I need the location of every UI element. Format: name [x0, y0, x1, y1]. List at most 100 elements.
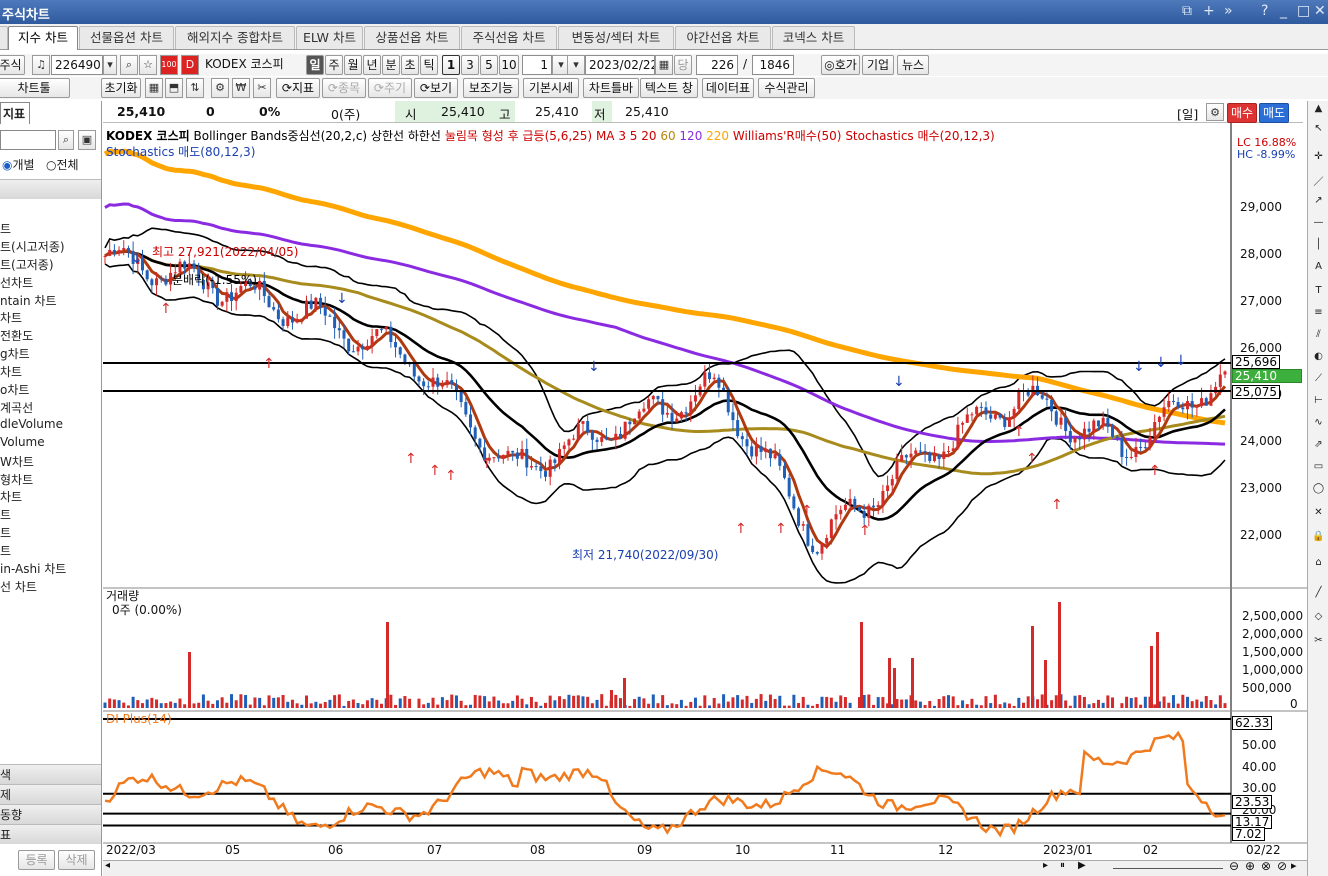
view-button[interactable]: ⟳보기 — [414, 78, 458, 98]
cut-icon[interactable]: ✂ — [1310, 635, 1327, 646]
favorite-star-icon[interactable]: ☆ — [139, 55, 157, 75]
badge-100[interactable]: 100 — [160, 55, 178, 75]
wave-icon[interactable]: ∿ — [1310, 417, 1327, 428]
indicator-list-item[interactable]: o차트 — [0, 381, 29, 398]
period-cycle-button[interactable]: ⟳주기 — [368, 78, 412, 98]
code-dropdown-icon[interactable]: ▾ — [103, 55, 117, 75]
tab-overseas-index[interactable]: 해외지수 종합차트 — [175, 26, 295, 49]
chart-scrollbar[interactable]: ◂ ▸ ⏸ ▶ ⊖ ⊕ ⊗ ⊘ ▸ — [103, 859, 1307, 876]
basic-quote-button[interactable]: 기본시세 — [523, 78, 579, 98]
n-dropdown-icon-2[interactable]: ▾ — [567, 55, 585, 75]
hoga-button[interactable]: ◎호가 — [821, 55, 860, 75]
indicator-list-item[interactable]: 트 — [0, 506, 11, 523]
data-table-button[interactable]: 데이터표 — [702, 78, 754, 98]
play-icon[interactable]: ▶ — [1078, 860, 1086, 871]
indicator-list-item[interactable]: 차트 — [0, 363, 22, 380]
cursor-tool-icon[interactable]: ↖ — [1310, 123, 1327, 134]
indicator-list-item[interactable]: ntain 차트 — [0, 292, 57, 309]
register-button[interactable]: 등록 — [18, 850, 55, 870]
period-second-button[interactable]: 초 — [401, 55, 419, 75]
indicator-list-item[interactable]: 트(시고저종) — [0, 238, 65, 255]
n-5-button[interactable]: 5 — [480, 55, 498, 75]
panel-section-trend[interactable]: 동향 — [0, 804, 101, 824]
indicator-list-item[interactable]: 트 — [0, 524, 11, 541]
crosshair-icon[interactable]: ✛ — [1310, 151, 1327, 162]
indicator-list-item[interactable]: 트(고저종) — [0, 256, 54, 273]
horizontal-line-icon[interactable]: — — [1310, 217, 1327, 228]
lock-icon[interactable]: 🔒 — [1310, 531, 1327, 542]
code-input[interactable]: 226490 — [51, 55, 103, 75]
slash-tool-icon[interactable]: ╱ — [1310, 587, 1327, 598]
panel-section-indicator[interactable]: 표 — [0, 824, 101, 844]
indicator-list-item[interactable]: in-Ashi 차트 — [0, 560, 66, 577]
minimize-icon[interactable]: _ — [1280, 3, 1287, 19]
n-10-button[interactable]: 10 — [499, 55, 519, 75]
badge-d[interactable]: D — [181, 55, 199, 75]
scroll-right-icon[interactable]: ▸ — [1043, 860, 1048, 871]
indicator-list-item[interactable]: 선 차트 — [0, 578, 37, 595]
trend-tool-icon[interactable]: ↗ — [1310, 195, 1327, 206]
n-1-button[interactable]: 1 — [442, 55, 460, 75]
indicator-list-item[interactable]: 트 — [0, 220, 11, 237]
panel-section-system[interactable]: 제 — [0, 784, 101, 804]
help-icon[interactable]: ? — [1261, 3, 1268, 19]
period-year-button[interactable]: 년 — [363, 55, 381, 75]
restore-layout-icon[interactable]: ⧉ — [1182, 3, 1192, 19]
symbol-button[interactable]: ⟳종목 — [322, 78, 366, 98]
won-icon[interactable]: ₩ — [232, 78, 250, 98]
tab-stock[interactable] — [0, 26, 8, 49]
indicator-list-item[interactable]: dleVolume — [0, 417, 63, 431]
market-select[interactable]: 주식 — [0, 55, 25, 75]
tab-futures-options[interactable]: 선물옵션 차트 — [79, 26, 174, 49]
zoom-out-icon[interactable]: ⊖ — [1229, 859, 1239, 873]
maximize-icon[interactable]: □ — [1297, 3, 1310, 19]
text-t-icon[interactable]: T — [1310, 285, 1327, 296]
line-tool-icon[interactable]: ／ — [1310, 173, 1327, 188]
grid-icon[interactable]: ▦ — [145, 78, 163, 98]
tab-night-options[interactable]: 야간선옵 차트 — [675, 26, 771, 49]
period-month-button[interactable]: 월 — [344, 55, 362, 75]
aux-function-button[interactable]: 보조기능 — [463, 78, 519, 98]
zoom-fit-icon[interactable]: ⊘ — [1277, 859, 1287, 873]
chart-toolbar-button[interactable]: 차트틀바 — [583, 78, 639, 98]
text-window-button[interactable]: 텍스트 창 — [640, 78, 698, 98]
panel-search-input[interactable] — [0, 130, 56, 150]
tab-elw[interactable]: ELW 차트 — [296, 26, 363, 49]
n-3-button[interactable]: 3 — [461, 55, 479, 75]
reset-button[interactable]: 초기화 — [101, 78, 141, 98]
formula-manage-button[interactable]: 수식관리 — [758, 78, 815, 98]
text-tool-icon[interactable]: A — [1310, 261, 1327, 272]
tab-konex[interactable]: 코넥스 차트 — [772, 26, 855, 49]
cycle-icon[interactable]: ◐ — [1310, 351, 1327, 362]
box-icon[interactable]: ▭ — [1310, 461, 1327, 472]
indicator-list-item[interactable]: 전환도 — [0, 327, 33, 344]
search-icon[interactable]: ⌕ — [120, 55, 138, 75]
calendar-icon[interactable]: ▦ — [655, 55, 673, 75]
tab-volatility-sector[interactable]: 변동성/섹터 차트 — [558, 26, 674, 49]
sell-button[interactable]: 매도 — [1259, 103, 1289, 123]
indicator-list-item[interactable]: 차트 — [0, 309, 22, 326]
measure-icon[interactable]: ⊢ — [1310, 395, 1327, 406]
panel-search-icon[interactable]: ⌕ — [58, 130, 74, 150]
tab-index-chart[interactable]: 지수 차트 — [8, 26, 78, 50]
buy-button[interactable]: 매수 — [1227, 103, 1257, 123]
more-icon[interactable]: » — [1224, 3, 1233, 19]
indicator-list-item[interactable]: Volume — [0, 435, 45, 449]
scroll-options-icon[interactable]: ▸ — [1291, 859, 1297, 872]
tab-commodity[interactable]: 상품선옵 차트 — [364, 26, 460, 49]
indicator-list-item[interactable]: 형차트 — [0, 471, 33, 488]
eraser-icon[interactable]: ◇ — [1310, 611, 1327, 622]
delete-tool-icon[interactable]: ✕ — [1310, 507, 1327, 518]
ratio-icon[interactable]: ⇅ — [186, 78, 204, 98]
chart-settings-icon[interactable]: ⚙ — [1206, 103, 1224, 121]
indicator-list-item[interactable]: 차트 — [0, 488, 22, 505]
panel-expand-icon[interactable]: ▣ — [78, 130, 96, 150]
settings-icon[interactable]: ⚙ — [211, 78, 229, 98]
fibonacci-icon[interactable]: ≡ — [1310, 307, 1327, 318]
indicator-list-item[interactable]: W차트 — [0, 453, 34, 470]
magnet-icon[interactable]: ⌂ — [1310, 557, 1327, 568]
chart-area[interactable]: ↑↑↑↑ ↑↑↑ ↑↑↑↑↑↑↑↓↓↓↓↓ ↓ ↓ — [103, 123, 1307, 860]
chart-tool-button[interactable]: 차트툴 — [0, 78, 70, 98]
delete-button[interactable]: 삭제 — [58, 850, 95, 870]
pause-icon[interactable]: ⏸ — [1060, 860, 1065, 871]
